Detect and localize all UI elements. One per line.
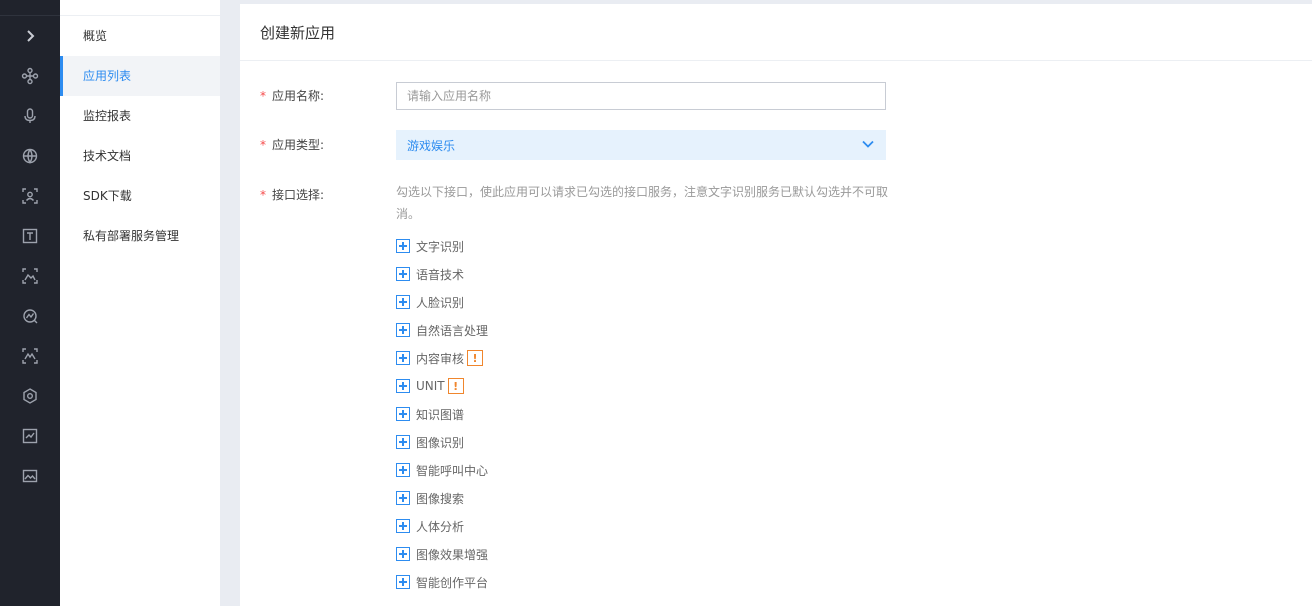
api-item-label: 文字识别	[416, 239, 465, 254]
required-mark: *	[260, 89, 266, 103]
api-item-call-center[interactable]: 智能呼叫中心	[396, 456, 488, 484]
api-item-label: 人体分析	[416, 519, 465, 534]
sidebar-item-tech-docs[interactable]: 技术文档	[60, 136, 220, 176]
page-title: 创建新应用	[260, 23, 336, 42]
expand-plus-icon[interactable]	[396, 547, 410, 561]
app-type-label: * 应用类型:	[260, 136, 324, 153]
image-scan-alt-icon[interactable]	[0, 336, 60, 376]
rail-top-spacer	[0, 0, 60, 16]
api-item-label: 知识图谱	[416, 407, 465, 422]
analytics-icon[interactable]	[0, 296, 60, 336]
expand-plus-icon[interactable]	[396, 239, 410, 253]
globe-icon[interactable]	[0, 136, 60, 176]
api-item-nlp[interactable]: 自然语言处理	[396, 316, 488, 344]
api-list: 文字识别 语音技术 人脸识别 自然语言处理 内容审核 ! UNIT ! 知识图谱	[396, 232, 488, 596]
expand-plus-icon[interactable]	[396, 407, 410, 421]
page-header: 创建新应用	[240, 4, 1312, 61]
api-item-unit[interactable]: UNIT !	[396, 372, 488, 400]
sidebar-item-monitor-report[interactable]: 监控报表	[60, 96, 220, 136]
api-item-label: 智能呼叫中心	[416, 463, 489, 478]
api-item-knowledge-graph[interactable]: 知识图谱	[396, 400, 488, 428]
app-name-label-text: 应用名称:	[272, 89, 325, 103]
sidebar-item-sdk-download[interactable]: SDK下载	[60, 176, 220, 216]
api-item-content-review[interactable]: 内容审核 !	[396, 344, 488, 372]
api-item-body-analysis[interactable]: 人体分析	[396, 512, 488, 540]
expand-plus-icon[interactable]	[396, 267, 410, 281]
nodes-icon[interactable]	[0, 56, 60, 96]
hexagon-icon[interactable]	[0, 376, 60, 416]
app-name-input[interactable]	[396, 82, 886, 110]
expand-plus-icon[interactable]	[396, 491, 410, 505]
required-mark: *	[260, 188, 266, 202]
api-item-creation-platform[interactable]: 智能创作平台	[396, 568, 488, 596]
chevron-down-icon	[861, 136, 875, 155]
app-type-selected-value: 游戏娱乐	[407, 138, 456, 153]
image-frame-icon[interactable]	[0, 456, 60, 496]
warning-icon[interactable]: !	[447, 378, 464, 394]
api-item-label: 自然语言处理	[416, 323, 489, 338]
api-item-label: 内容审核	[416, 351, 465, 366]
sidenav-top-spacer	[60, 0, 220, 16]
api-item-label: 智能创作平台	[416, 575, 489, 590]
api-item-image-enhance[interactable]: 图像效果增强	[396, 540, 488, 568]
api-select-label: * 接口选择:	[260, 186, 324, 203]
required-mark: *	[260, 138, 266, 152]
face-scan-icon[interactable]	[0, 176, 60, 216]
microphone-icon[interactable]	[0, 96, 60, 136]
expand-plus-icon[interactable]	[396, 379, 410, 393]
expand-plus-icon[interactable]	[396, 575, 410, 589]
api-item-label: 图像搜索	[416, 491, 465, 506]
api-item-face[interactable]: 人脸识别	[396, 288, 488, 316]
app-name-label: * 应用名称:	[260, 87, 324, 104]
main-panel: 创建新应用 * 应用名称: * 应用类型: 游戏娱乐 * 接口选择: 勾选以下接口，使…	[240, 4, 1312, 606]
app-type-label-text: 应用类型:	[272, 138, 325, 152]
icon-rail	[0, 0, 60, 606]
api-item-label: 图像识别	[416, 435, 465, 450]
app-type-select[interactable]: 游戏娱乐	[396, 130, 886, 160]
secondary-sidebar: 概览 应用列表 监控报表 技术文档 SDK下载 私有部署服务管理	[60, 0, 220, 606]
text-box-icon[interactable]	[0, 216, 60, 256]
api-item-label: 语音技术	[416, 267, 465, 282]
sidebar-item-private-deploy[interactable]: 私有部署服务管理	[60, 216, 220, 256]
api-item-label: 人脸识别	[416, 295, 465, 310]
api-item-speech[interactable]: 语音技术	[396, 260, 488, 288]
expand-plus-icon[interactable]	[396, 295, 410, 309]
api-item-ocr[interactable]: 文字识别	[396, 232, 488, 260]
sidebar-item-app-list[interactable]: 应用列表	[60, 56, 220, 96]
api-item-image-recognition[interactable]: 图像识别	[396, 428, 488, 456]
expand-plus-icon[interactable]	[396, 463, 410, 477]
api-item-image-search[interactable]: 图像搜索	[396, 484, 488, 512]
warning-icon[interactable]: !	[467, 350, 484, 366]
image-scan-icon[interactable]	[0, 256, 60, 296]
expand-plus-icon[interactable]	[396, 323, 410, 337]
api-item-label: 图像效果增强	[416, 547, 489, 562]
chevron-right-icon[interactable]	[0, 16, 60, 56]
api-description: 勾选以下接口，使此应用可以请求已勾选的接口服务，注意文字识别服务已默认勾选并不可…	[396, 185, 889, 221]
chart-board-icon[interactable]	[0, 416, 60, 456]
expand-plus-icon[interactable]	[396, 435, 410, 449]
expand-plus-icon[interactable]	[396, 519, 410, 533]
expand-plus-icon[interactable]	[396, 351, 410, 365]
sidebar-item-overview[interactable]: 概览	[60, 16, 220, 56]
api-item-label: UNIT	[416, 379, 445, 393]
api-select-label-text: 接口选择:	[272, 188, 325, 202]
